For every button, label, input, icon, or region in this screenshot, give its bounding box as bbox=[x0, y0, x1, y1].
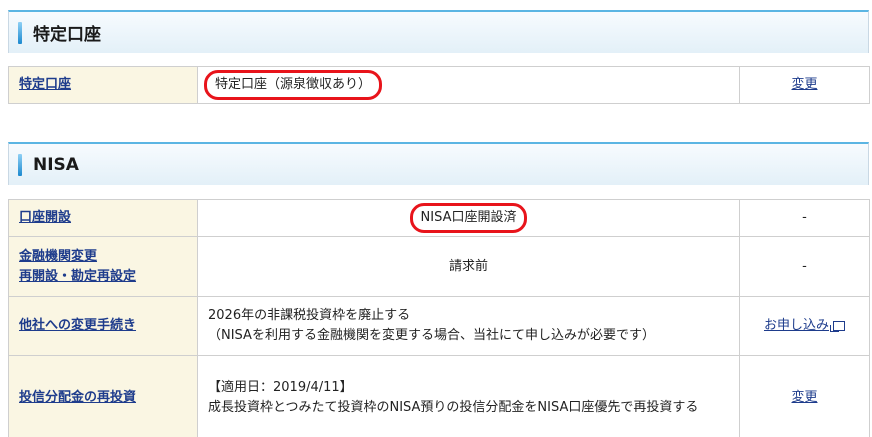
tokutei-value: 特定口座（源泉徴収あり） bbox=[215, 77, 372, 92]
external-window-icon bbox=[830, 320, 845, 332]
row-action-cell: - bbox=[739, 199, 870, 237]
row-value-cell: 特定口座（源泉徴収あり） bbox=[197, 66, 740, 104]
account-settings-page: 特定口座 特定口座 特定口座（源泉徴収あり） 変更 NISA 口座開設 NISA… bbox=[0, 0, 872, 437]
row-action-cell: 変更 bbox=[739, 355, 870, 437]
tokutei-table: 特定口座 特定口座（源泉徴収あり） 変更 bbox=[8, 66, 870, 104]
nisa-table: 口座開設 NISA口座開設済 - 金融機関変更 再開設・勘定再設定 請求前 - … bbox=[8, 199, 870, 437]
dividend-reinvest-date: 【適用日：2019/4/11】 bbox=[208, 379, 353, 395]
row-label-cell: 投信分配金の再投資 bbox=[8, 355, 198, 437]
row-label-cell: 口座開設 bbox=[8, 199, 198, 237]
table-row: 金融機関変更 再開設・勘定再設定 請求前 - bbox=[8, 236, 870, 297]
row-value-cell: NISA口座開設済 bbox=[197, 199, 740, 237]
apply-link-label: お申し込み bbox=[763, 318, 829, 333]
section-title-nisa: NISA bbox=[33, 154, 79, 175]
institution-change-label-line2: 再開設・勘定再設定 bbox=[19, 268, 137, 284]
dividend-reinvest-change-link[interactable]: 変更 bbox=[791, 390, 817, 405]
row-label-cell: 特定口座 bbox=[8, 66, 198, 104]
table-row: 投信分配金の再投資 【適用日：2019/4/11】 成長投資枠とつみたて投資枠の… bbox=[8, 355, 870, 437]
account-open-action: - bbox=[802, 210, 807, 225]
institution-change-status: 請求前 bbox=[448, 258, 488, 274]
row-action-cell: - bbox=[739, 236, 870, 297]
transfer-procedure-desc-line2: （NISAを利用する金融機関を変更する場合、当社にて申し込みが必要です） bbox=[208, 328, 655, 343]
row-value-cell: 請求前 bbox=[197, 236, 740, 297]
institution-change-label-link[interactable]: 金融機関変更 再開設・勘定再設定 bbox=[19, 249, 136, 284]
institution-change-label-line1: 金融機関変更 bbox=[19, 248, 98, 264]
dividend-reinvest-desc: 成長投資枠とつみたて投資枠のNISA預りの投信分配金をNISA口座優先で再投資す… bbox=[208, 399, 699, 415]
section-header-nisa: NISA bbox=[8, 142, 869, 185]
apply-link[interactable]: お申し込み bbox=[764, 318, 829, 333]
row-value-cell: 【適用日：2019/4/11】 成長投資枠とつみたて投資枠のNISA預りの投信分… bbox=[197, 355, 740, 437]
transfer-procedure-desc-line1: 2026年の非課税投資枠を廃止する bbox=[208, 308, 411, 323]
row-label-cell: 他社への変更手続き bbox=[8, 296, 198, 356]
table-row: 口座開設 NISA口座開設済 - bbox=[8, 199, 870, 237]
row-action-cell: お申し込み bbox=[739, 296, 870, 356]
account-open-label-link[interactable]: 口座開設 bbox=[19, 210, 71, 225]
transfer-procedure-label-link[interactable]: 他社への変更手続き bbox=[19, 318, 136, 333]
nisa-account-status: NISA口座開設済 bbox=[420, 210, 517, 225]
row-action-cell: 変更 bbox=[739, 66, 870, 104]
dividend-reinvest-label-link[interactable]: 投信分配金の再投資 bbox=[19, 390, 136, 405]
row-value-cell: 2026年の非課税投資枠を廃止する （NISAを利用する金融機関を変更する場合、… bbox=[197, 296, 740, 356]
nisa-status-highlight: NISA口座開設済 bbox=[409, 203, 528, 233]
section-bar-icon bbox=[18, 153, 22, 176]
row-label-cell: 金融機関変更 再開設・勘定再設定 bbox=[8, 236, 198, 297]
tokutei-label-link[interactable]: 特定口座 bbox=[19, 77, 71, 92]
section-bar-icon bbox=[18, 21, 22, 44]
section-header-tokutei: 特定口座 bbox=[8, 10, 869, 53]
institution-change-action: - bbox=[802, 258, 807, 274]
table-row: 特定口座 特定口座（源泉徴収あり） 変更 bbox=[8, 66, 870, 104]
tokutei-value-highlight: 特定口座（源泉徴収あり） bbox=[204, 70, 383, 100]
section-title-tokutei: 特定口座 bbox=[33, 25, 101, 45]
table-row: 他社への変更手続き 2026年の非課税投資枠を廃止する （NISAを利用する金融… bbox=[8, 296, 870, 356]
tokutei-change-link[interactable]: 変更 bbox=[791, 77, 817, 92]
